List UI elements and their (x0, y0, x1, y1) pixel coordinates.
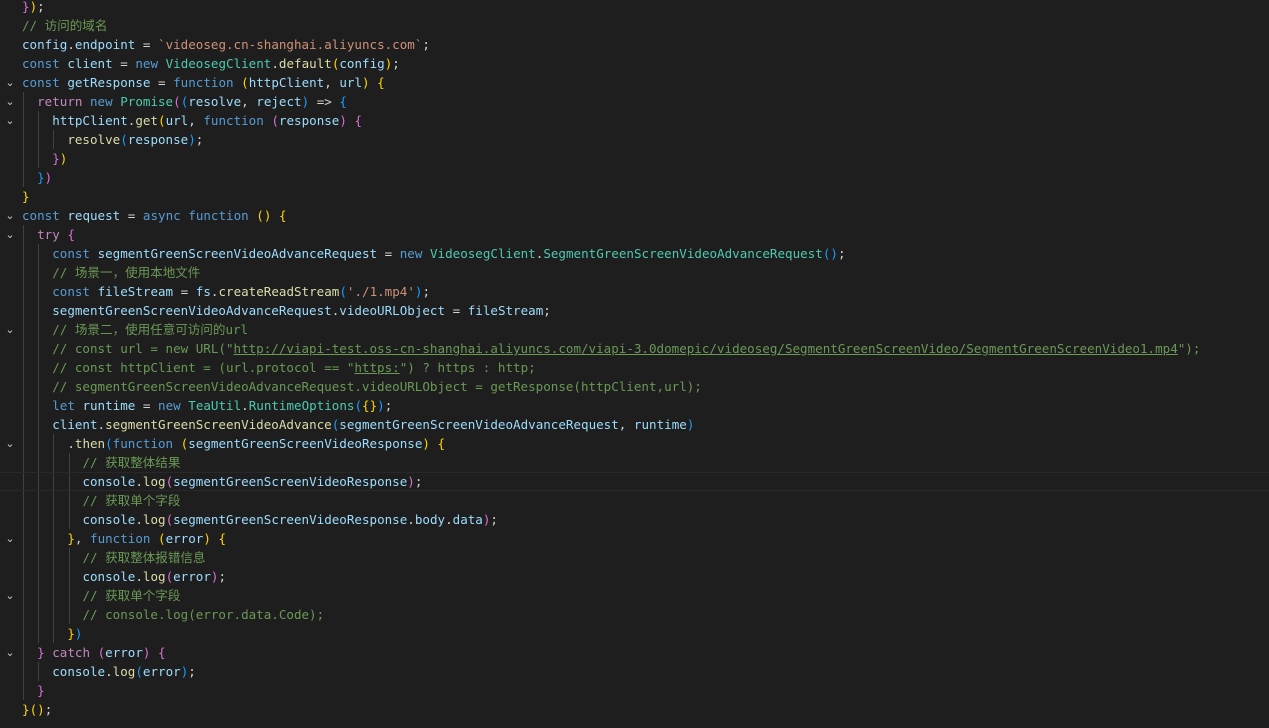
code-text: }) (52, 151, 68, 166)
code-line[interactable]: const segmentGreenScreenVideoAdvanceRequ… (0, 244, 1269, 263)
code-line[interactable]: }(); (0, 700, 1269, 719)
code-text: }) (37, 170, 53, 185)
code-line[interactable]: } (0, 681, 1269, 700)
code-line[interactable]: console.log(error); (0, 662, 1269, 681)
code-line[interactable]: // segmentGreenScreenVideoAdvanceRequest… (0, 377, 1269, 396)
code-line[interactable]: ⌄ try { (0, 225, 1269, 244)
code-line[interactable]: // 获取整体结果 (0, 453, 1269, 472)
code-text: // console.log(error.data.Code); (82, 607, 325, 622)
code-text: }, function (error) { (67, 531, 227, 546)
code-line[interactable]: // 获取单个字段 (0, 491, 1269, 510)
code-line[interactable]: ⌄ httpClient.get(url, function (response… (0, 111, 1269, 130)
code-line[interactable]: let runtime = new TeaUtil.RuntimeOptions… (0, 396, 1269, 415)
code-text: }) (67, 626, 83, 641)
code-text: // segmentGreenScreenVideoAdvanceRequest… (52, 379, 702, 394)
code-line[interactable]: ⌄ // 获取单个字段 (0, 586, 1269, 605)
code-text: console.log(segmentGreenScreenVideoRespo… (82, 512, 498, 527)
code-line[interactable]: ⌄ const getResponse = function (httpClien… (0, 73, 1269, 92)
chevron-down-icon[interactable]: ⌄ (3, 320, 17, 339)
code-text: } (37, 683, 45, 698)
code-line[interactable]: ⌄ // 场景二，使用任意可访问的url (0, 320, 1269, 339)
chevron-down-icon[interactable]: ⌄ (3, 586, 17, 605)
chevron-down-icon[interactable]: ⌄ (3, 529, 17, 548)
code-editor[interactable]: }); // 访问的域名 config.endpoint = `videoseg.c… (0, 0, 1269, 728)
code-line[interactable]: }) (0, 149, 1269, 168)
code-line[interactable]: const fileStream = fs.createReadStream('… (0, 282, 1269, 301)
code-line[interactable]: // 获取整体报错信息 (0, 548, 1269, 567)
chevron-down-icon[interactable]: ⌄ (3, 92, 17, 111)
code-text: console.log(segmentGreenScreenVideoRespo… (82, 474, 423, 489)
code-line[interactable]: // const httpClient = (url.protocol == "… (0, 358, 1269, 377)
chevron-down-icon[interactable]: ⌄ (3, 225, 17, 244)
code-text: // 获取单个字段 (82, 588, 181, 603)
code-line[interactable]: }) (0, 624, 1269, 643)
code-text: // 场景二，使用任意可访问的url (52, 322, 249, 337)
code-text: // 获取单个字段 (82, 493, 181, 508)
code-line[interactable]: // const url = new URL("http://viapi-tes… (0, 339, 1269, 358)
chevron-down-icon[interactable]: ⌄ (3, 111, 17, 130)
code-line[interactable]: } (0, 187, 1269, 206)
code-text: .then(function (segmentGreenScreenVideoR… (67, 436, 446, 451)
code-line[interactable]: const client = new VideosegClient.defaul… (0, 54, 1269, 73)
code-line[interactable]: resolve(response); (0, 130, 1269, 149)
code-text: segmentGreenScreenVideoAdvanceRequest.vi… (52, 303, 551, 318)
code-text: const client = new VideosegClient.defaul… (22, 56, 400, 71)
code-text: } (22, 189, 30, 204)
code-text: }(); (22, 702, 53, 717)
code-line[interactable]: // 场景一，使用本地文件 (0, 263, 1269, 282)
code-line[interactable]: ⌄ return new Promise((resolve, reject) =… (0, 92, 1269, 111)
code-text: httpClient.get(url, function (response) … (52, 113, 363, 128)
code-text: return new Promise((resolve, reject) => … (37, 94, 347, 109)
code-line[interactable]: }); (0, 0, 1269, 16)
code-text: let runtime = new TeaUtil.RuntimeOptions… (52, 398, 393, 413)
code-text: }); (22, 0, 45, 14)
code-text: console.log(error); (52, 664, 196, 679)
chevron-down-icon[interactable]: ⌄ (3, 206, 17, 225)
code-text: // 获取整体结果 (82, 455, 181, 470)
code-text: // 获取整体报错信息 (82, 550, 206, 565)
code-line[interactable]: }) (0, 168, 1269, 187)
chevron-down-icon[interactable]: ⌄ (3, 434, 17, 453)
code-line[interactable]: console.log(segmentGreenScreenVideoRespo… (0, 472, 1269, 491)
code-line[interactable]: ⌄ .then(function (segmentGreenScreenVide… (0, 434, 1269, 453)
code-text: const getResponse = function (httpClient… (22, 75, 385, 90)
chevron-down-icon[interactable]: ⌄ (3, 643, 17, 662)
chevron-down-icon[interactable]: ⌄ (3, 73, 17, 92)
code-line[interactable]: console.log(error); (0, 567, 1269, 586)
code-line[interactable]: console.log(segmentGreenScreenVideoRespo… (0, 510, 1269, 529)
code-text: // const url = new URL("http://viapi-tes… (52, 341, 1201, 356)
code-line[interactable]: // console.log(error.data.Code); (0, 605, 1269, 624)
code-text: // 场景一，使用本地文件 (52, 265, 201, 280)
code-line[interactable]: config.endpoint = `videoseg.cn-shanghai.… (0, 35, 1269, 54)
code-text: try { (37, 227, 75, 242)
code-line[interactable]: ⌄ const request = async function () { (0, 206, 1269, 225)
code-text: } catch (error) { (37, 645, 166, 660)
code-text: const fileStream = fs.createReadStream('… (52, 284, 431, 299)
code-text: const segmentGreenScreenVideoAdvanceRequ… (52, 246, 846, 261)
code-text: resolve(response); (67, 132, 204, 147)
code-text: // 访问的域名 (22, 18, 108, 33)
code-text: config.endpoint = `videoseg.cn-shanghai.… (22, 37, 430, 52)
code-text: const request = async function () { (22, 208, 287, 223)
code-line[interactable]: // 访问的域名 (0, 16, 1269, 35)
code-text: client.segmentGreenScreenVideoAdvance(se… (52, 417, 695, 432)
code-text: // const httpClient = (url.protocol == "… (52, 360, 536, 375)
code-line[interactable]: ⌄ } catch (error) { (0, 643, 1269, 662)
code-line[interactable]: ⌄ }, function (error) { (0, 529, 1269, 548)
code-text: console.log(error); (82, 569, 227, 584)
code-line[interactable]: client.segmentGreenScreenVideoAdvance(se… (0, 415, 1269, 434)
code-line[interactable]: segmentGreenScreenVideoAdvanceRequest.vi… (0, 301, 1269, 320)
